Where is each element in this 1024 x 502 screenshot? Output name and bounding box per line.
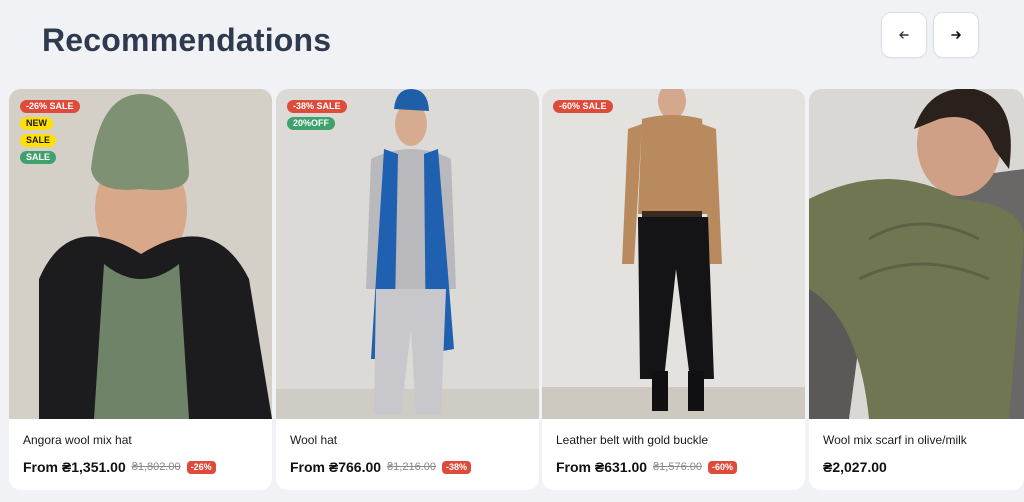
product-name[interactable]: Wool hat — [290, 433, 337, 447]
discount-badge: -60% — [708, 460, 738, 474]
sale-percent-badge: -26% SALE — [20, 100, 80, 113]
sale-badge: SALE — [20, 134, 57, 147]
product-card[interactable]: -60% SALE Leather belt with gold buckle … — [542, 89, 805, 490]
sale-badge: SALE — [20, 151, 57, 164]
sale-percent-badge: -38% SALE — [287, 100, 347, 113]
current-price: From ₴1,351.00 — [23, 459, 126, 475]
price-row: From ₴631.00 ₴1,576.00 -60% — [556, 459, 738, 475]
discount-badge: -38% — [442, 460, 472, 474]
product-image[interactable]: -26% SALE NEW SALE SALE — [9, 89, 272, 419]
section-title: Recommendations — [42, 22, 332, 58]
carousel-next-button[interactable] — [933, 12, 979, 58]
price-row: From ₴1,351.00 ₴1,802.00 -26% — [23, 459, 216, 475]
old-price: ₴1,216.00 — [387, 461, 436, 473]
old-price: ₴1,802.00 — [131, 461, 181, 473]
current-price: ₴2,027.00 — [823, 459, 887, 475]
arrow-left-icon — [899, 31, 909, 39]
off-badge: 20%OFF — [287, 117, 336, 130]
badge-list: -38% SALE 20%OFF — [287, 100, 347, 130]
product-card[interactable]: -26% SALE NEW SALE SALE Angora wool mix … — [9, 89, 272, 490]
price-row: From ₴766.00 ₴1,216.00 -38% — [290, 459, 472, 475]
old-price: ₴1,576.00 — [653, 461, 702, 473]
arrow-right-icon — [951, 31, 961, 39]
current-price: From ₴631.00 — [556, 459, 648, 475]
discount-badge: -26% — [186, 460, 216, 474]
badge-list: -60% SALE — [553, 100, 613, 113]
badge-list: -26% SALE NEW SALE SALE — [20, 100, 80, 164]
current-price: From ₴766.00 — [290, 459, 382, 475]
product-image[interactable]: -38% SALE 20%OFF — [276, 89, 539, 419]
product-image[interactable] — [809, 89, 1024, 419]
price-row: ₴2,027.00 — [823, 459, 887, 475]
product-name[interactable]: Wool mix scarf in olive/milk — [823, 433, 967, 447]
new-badge: NEW — [20, 117, 53, 130]
product-card[interactable]: Wool mix scarf in olive/milk ₴2,027.00 — [809, 89, 1024, 490]
recommendations-section: Recommendations -26% SALE NEW SALE SALE … — [0, 0, 1024, 502]
sale-percent-badge: -60% SALE — [553, 100, 613, 113]
product-image[interactable]: -60% SALE — [542, 89, 805, 419]
product-card[interactable]: -38% SALE 20%OFF Wool hat From ₴766.00 ₴… — [276, 89, 539, 490]
carousel-prev-button[interactable] — [881, 12, 927, 58]
product-carousel: -26% SALE NEW SALE SALE Angora wool mix … — [9, 89, 1024, 491]
product-name[interactable]: Leather belt with gold buckle — [556, 433, 708, 447]
product-name[interactable]: Angora wool mix hat — [23, 433, 132, 447]
